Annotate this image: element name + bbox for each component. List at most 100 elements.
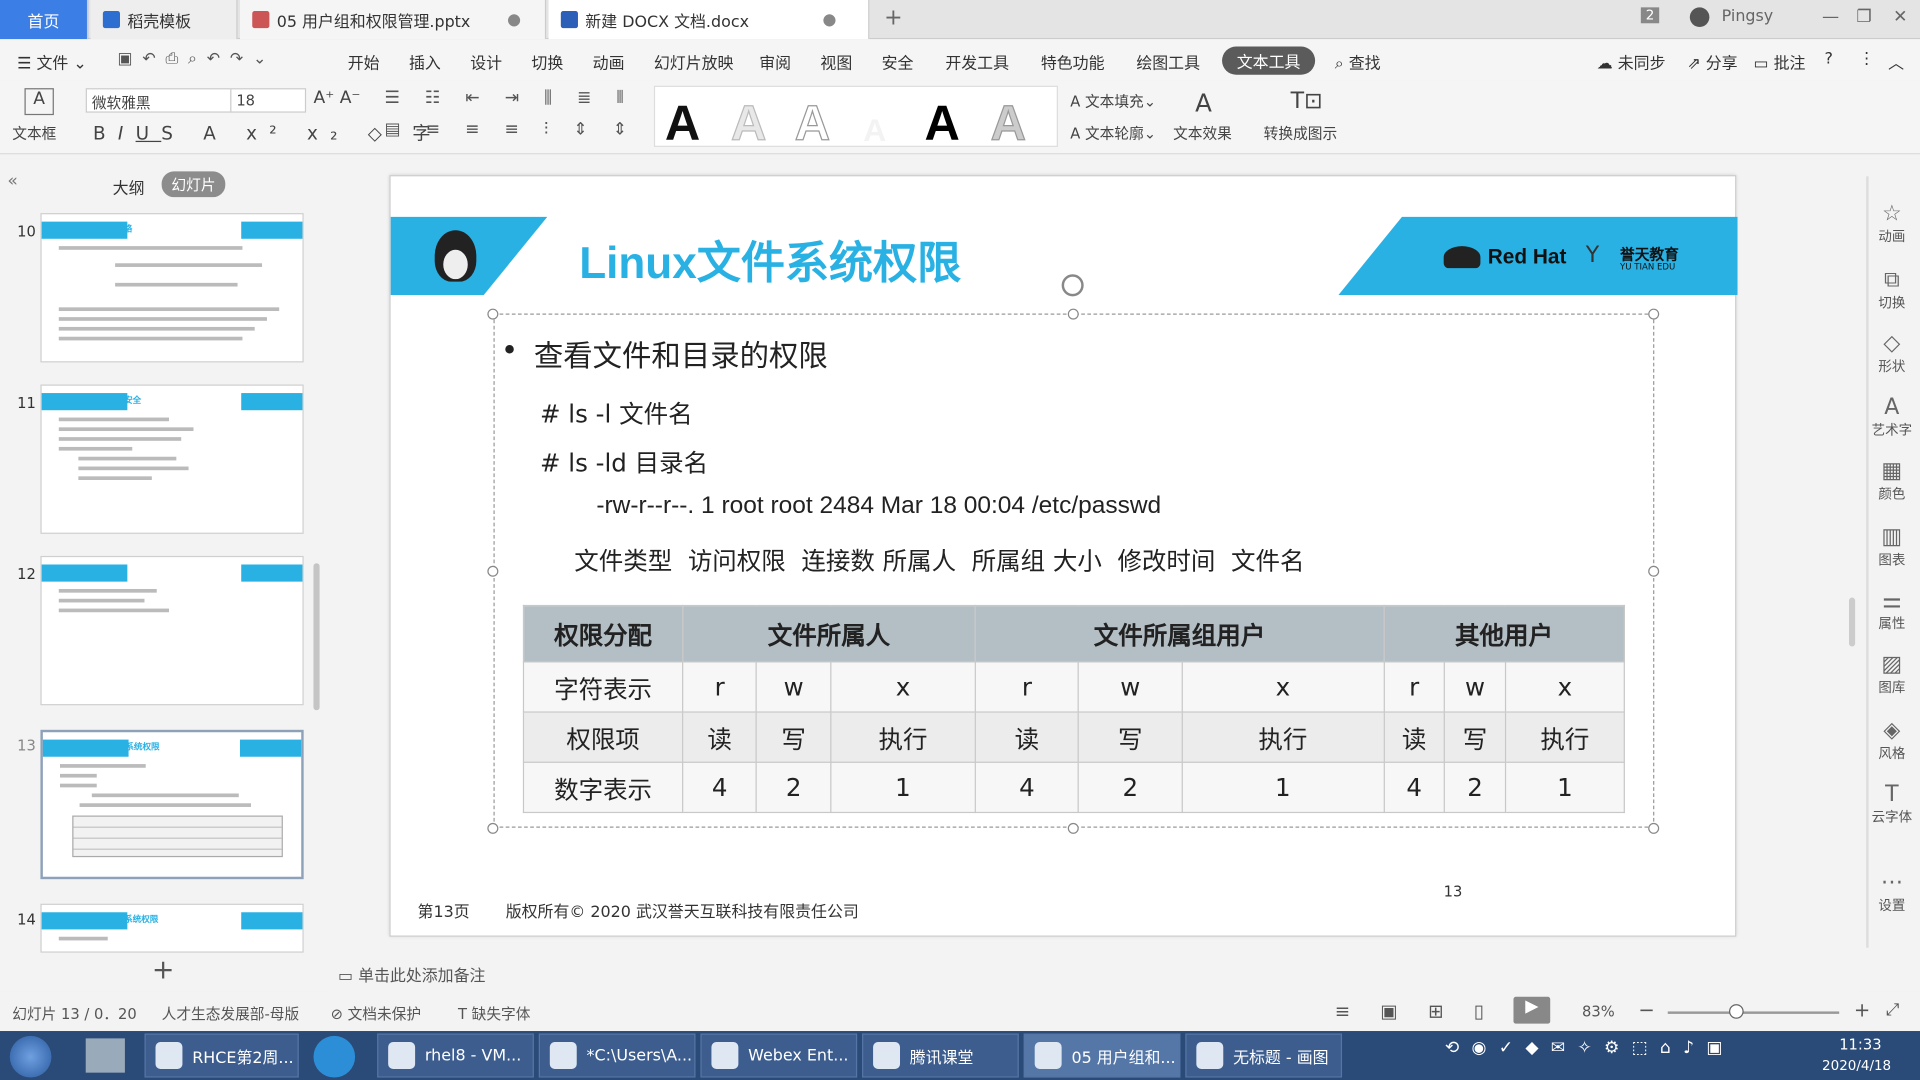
thumbnail-slide-12[interactable]: 权限概念 [40, 555, 304, 706]
menu-animation[interactable]: 动画 [593, 50, 625, 73]
window-count-badge[interactable]: 2 [1640, 7, 1660, 24]
taskbar-item[interactable]: rhel8 - VM... [377, 1033, 534, 1078]
menu-transition[interactable]: 切换 [531, 50, 563, 73]
search-button[interactable]: ⌕ 查找 [1335, 50, 1381, 73]
menu-text-tools[interactable]: 文本工具 [1222, 46, 1316, 75]
style-gray-shadow[interactable]: A [990, 96, 1027, 152]
pane-chart[interactable]: ▥ 图表 [1866, 524, 1917, 569]
thumbnail-slide-13-selected[interactable]: Linux文件系统权限 [40, 729, 304, 880]
clock-time[interactable]: 11:33 [1839, 1036, 1881, 1053]
style-bold-black[interactable]: A [924, 97, 959, 152]
zoom-out-icon[interactable]: − [1638, 998, 1654, 1021]
tab-outline[interactable]: 大纲 [113, 175, 145, 198]
align-icons[interactable]: ▤ ≡ ≡ ≡ ⫶ ⇕ ⇕ [384, 120, 636, 140]
pane-gallery[interactable]: ▨ 图库 [1866, 651, 1917, 696]
permission-table[interactable]: 权限分配 文件所属人 文件所属组用户 其他用户 字符表示 r w x r w x… [522, 604, 1625, 814]
comment-button[interactable]: ▭ 批注 [1753, 50, 1805, 73]
font-size-select[interactable]: 18 [230, 88, 307, 113]
tab-docx-close-icon[interactable]: ● [822, 10, 836, 28]
convert-to-diagram-button[interactable]: 转换成图示 [1264, 122, 1337, 143]
collapse-ribbon-icon[interactable]: ︿ [1888, 50, 1904, 73]
style-outline[interactable]: A [794, 96, 831, 152]
tab-slides[interactable]: 幻灯片 [161, 171, 226, 198]
avatar[interactable] [1689, 7, 1710, 27]
pane-cloud-font[interactable]: T 云字体 [1866, 781, 1917, 826]
slide-canvas[interactable]: Linux文件系统权限 Red Hat Y 誉天教育 YU TIAN EDU •… [389, 175, 1738, 937]
list-icons[interactable]: ☰ ☷ ⇤ ⇥ ⫼ ≣ ⫴ [384, 88, 633, 108]
start-button-icon[interactable] [9, 1035, 52, 1078]
menu-drawing-tools[interactable]: 绘图工具 [1136, 50, 1200, 73]
menu-slideshow[interactable]: 幻灯片放映 [654, 50, 734, 73]
play-slideshow-button[interactable]: ▶ [1513, 996, 1551, 1024]
taskbar-item[interactable]: Webex Ent... [700, 1033, 858, 1078]
pane-shape[interactable]: ◇ 形状 [1866, 331, 1917, 376]
notes-placeholder[interactable]: ▭ 单击此处添加备注 [338, 962, 485, 985]
taskbar-item[interactable]: RHCE第2周... [144, 1033, 299, 1078]
bullet-text[interactable]: 查看文件和目录的权限 [534, 332, 828, 375]
zoom-level[interactable]: 83% [1582, 1003, 1615, 1020]
zoom-slider[interactable] [1667, 1011, 1840, 1014]
textbox-button[interactable]: 文本框 [12, 122, 56, 143]
thumbnail-slide-10[interactable]: 配置密码策略 [40, 213, 304, 363]
textbox-icon[interactable]: A [24, 88, 54, 116]
system-tray-icons[interactable]: ⟲◉✓◆✉✧⚙⬚⌂♪▣ [1445, 1038, 1735, 1058]
thumbnail-slide-14[interactable]: Linux文件系统权限 [40, 903, 304, 953]
text-fill-button[interactable]: A 文本填充⌄ [1070, 91, 1156, 112]
status-missing-font[interactable]: T 缺失字体 [458, 1003, 530, 1024]
sample-output[interactable]: -rw-r--r--. 1 root root 2484 Mar 18 00:0… [596, 492, 1161, 520]
menu-insert[interactable]: 插入 [409, 50, 441, 73]
pane-settings[interactable]: ⋯ 设置 [1866, 869, 1917, 914]
tab-pptx-close-icon[interactable]: ● [507, 10, 521, 28]
menu-special[interactable]: 特色功能 [1041, 50, 1105, 73]
user-name[interactable]: Pingsy [1722, 7, 1774, 25]
collapse-panel-icon[interactable]: « [7, 171, 18, 191]
pane-wordart[interactable]: A 艺术字 [1866, 394, 1917, 439]
field-legend[interactable]: 文件类型 访问权限 连接数 所属人 所属组 大小 修改时间 文件名 [574, 541, 1304, 577]
tab-docx[interactable]: 新建 DOCX 文档.docx ● [548, 0, 870, 40]
tab-pptx[interactable]: 05 用户组和权限管理.pptx ● [240, 0, 547, 40]
text-effect-button[interactable]: 文本效果 [1173, 122, 1232, 143]
taskbar-item[interactable]: 腾讯课堂 [862, 1033, 1019, 1078]
tab-template[interactable]: 稻壳模板 [90, 0, 238, 40]
taskbar-app-icon[interactable] [313, 1035, 356, 1078]
panel-scrollbar[interactable] [313, 563, 320, 711]
font-family-select[interactable]: 微软雅黑 [85, 88, 233, 113]
menu-design[interactable]: 设计 [470, 50, 502, 73]
menu-start[interactable]: 开始 [348, 50, 380, 73]
style-light-gray[interactable]: A [730, 96, 767, 152]
pane-properties[interactable]: ⚌ 属性 [1866, 588, 1917, 633]
new-tab-button[interactable]: + [884, 5, 902, 31]
menu-security[interactable]: 安全 [882, 50, 914, 73]
style-faint[interactable]: A [863, 111, 886, 149]
clock-date[interactable]: 2020/4/18 [1822, 1058, 1891, 1074]
taskbar-pinned-icon[interactable] [85, 1038, 125, 1073]
font-grow-shrink-icons[interactable]: A⁺ A⁻ [313, 88, 360, 108]
more-icon[interactable]: ⋮ [1859, 50, 1875, 68]
close-icon[interactable]: ✕ [1893, 7, 1907, 27]
pane-animation[interactable]: ☆ 动画 [1866, 201, 1917, 246]
status-protect[interactable]: ⊘ 文档未保护 [331, 1003, 421, 1024]
pane-scrollbar[interactable] [1848, 597, 1856, 647]
slide-title[interactable]: Linux文件系统权限 [579, 228, 961, 292]
pane-style[interactable]: ◈ 风格 [1866, 718, 1917, 763]
minimize-icon[interactable]: — [1822, 7, 1839, 27]
command-ls-l[interactable]: # ls -l 文件名 [540, 394, 693, 430]
rotate-handle-icon[interactable] [1061, 274, 1084, 297]
tab-home[interactable]: 首页 [0, 0, 89, 40]
taskbar-item[interactable]: 无标题 - 画图 [1185, 1033, 1343, 1078]
text-style-gallery[interactable]: A A A A A A [653, 85, 1058, 151]
pane-transition[interactable]: ⧉ 切换 [1866, 267, 1917, 312]
fit-window-icon[interactable]: ⤢ [1886, 1000, 1900, 1020]
restore-icon[interactable]: ❐ [1856, 7, 1871, 27]
add-slide-button[interactable]: + [152, 955, 175, 986]
share-button[interactable]: ⇗ 分享 [1687, 50, 1737, 73]
view-mode-icons[interactable]: ≡ ▣ ⊞ ▯ ⊙ [1335, 1000, 1542, 1022]
command-ls-ld[interactable]: # ls -ld 目录名 [540, 443, 708, 479]
taskbar-item[interactable]: *C:\Users\A... [538, 1033, 696, 1078]
style-solid-black[interactable]: A [665, 97, 700, 152]
menu-devtools[interactable]: 开发工具 [945, 50, 1009, 73]
menu-view[interactable]: 视图 [820, 50, 852, 73]
thumbnail-slide-11[interactable]: Linux文件安全 [40, 384, 304, 534]
help-icon[interactable]: ? [1825, 50, 1833, 68]
menu-review[interactable]: 审阅 [759, 50, 791, 73]
